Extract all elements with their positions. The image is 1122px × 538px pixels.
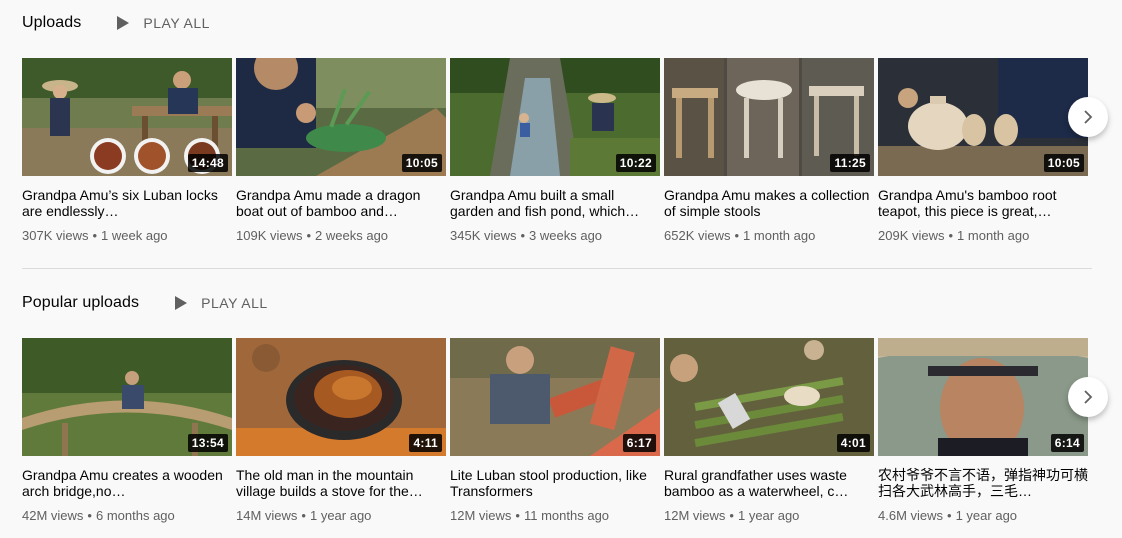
video-meta: 307K views • 1 week ago (22, 228, 232, 244)
video-thumbnail[interactable]: 13:54 (22, 338, 232, 456)
meta-separator: • (92, 228, 98, 243)
video-card[interactable]: 14:48 Grandpa Amu’s six Luban locks are … (22, 58, 232, 244)
play-all-label: PLAY ALL (143, 15, 210, 31)
upload-age: 1 month ago (743, 228, 816, 243)
duration-badge: 10:22 (615, 154, 656, 172)
meta-separator: • (734, 228, 740, 243)
upload-age: 1 week ago (101, 228, 168, 243)
upload-age: 1 year ago (737, 508, 800, 523)
play-all-button[interactable]: PLAY ALL (117, 15, 210, 31)
video-card[interactable]: 10:05 Grandpa Amu made a dragon boat out… (236, 58, 446, 244)
upload-age: 11 months ago (523, 508, 610, 523)
video-thumbnail[interactable]: 4:11 (236, 338, 446, 456)
meta-separator: • (306, 228, 312, 243)
video-thumbnail[interactable]: 6:17 (450, 338, 660, 456)
video-card[interactable]: 13:54 Grandpa Amu creates a wooden arch … (22, 338, 232, 524)
video-thumbnail[interactable]: 4:01 (664, 338, 874, 456)
video-thumbnail[interactable]: 6:14 (878, 338, 1088, 456)
play-all-label: PLAY ALL (201, 295, 268, 311)
video-meta: 42M views • 6 months ago (22, 508, 232, 524)
view-count: 12M views (664, 508, 726, 523)
video-meta: 12M views • 1 year ago (664, 508, 874, 524)
video-title[interactable]: Rural grandfather uses waste bamboo as a… (664, 467, 874, 499)
video-meta: 652K views • 1 month ago (664, 228, 874, 244)
view-count: 14M views (236, 508, 298, 523)
video-meta: 209K views • 1 month ago (878, 228, 1088, 244)
upload-age: 6 months ago (95, 508, 175, 523)
duration-badge: 6:17 (622, 434, 656, 452)
video-meta: 4.6M views • 1 year ago (878, 508, 1088, 524)
meta-separator: • (87, 508, 92, 523)
upload-age: 1 year ago (309, 508, 372, 523)
chevron-right-icon (1084, 110, 1093, 124)
duration-badge: 4:11 (409, 434, 442, 452)
meta-separator: • (948, 228, 954, 243)
uploads-shelf: Uploads PLAY ALL 14:48 Grandpa Amu’s six… (22, 0, 1122, 243)
next-arrow-button[interactable] (1068, 377, 1108, 417)
video-title[interactable]: Grandpa Amu's bamboo root teapot, this p… (878, 187, 1088, 219)
video-title[interactable]: The old man in the mountain village buil… (236, 467, 446, 499)
play-all-button[interactable]: PLAY ALL (175, 295, 268, 311)
video-row: 13:54 Grandpa Amu creates a wooden arch … (22, 338, 1122, 538)
view-count: 42M views (22, 508, 84, 523)
video-card[interactable]: 4:01 Rural grandfather uses waste bamboo… (664, 338, 874, 524)
video-title[interactable]: 农村爷爷不言不语，弹指神功可横扫各大武林高手，三毛… (878, 467, 1088, 499)
shelf-header: Popular uploads PLAY ALL (22, 280, 1122, 326)
video-row: 14:48 Grandpa Amu’s six Luban locks are … (22, 58, 1122, 258)
shelf-title[interactable]: Popular uploads (22, 294, 139, 312)
video-thumbnail[interactable]: 10:05 (236, 58, 446, 176)
upload-age: 1 year ago (955, 508, 1018, 523)
shelf-title[interactable]: Uploads (22, 14, 81, 32)
upload-age: 3 weeks ago (529, 228, 603, 243)
video-title[interactable]: Grandpa Amu makes a collection of simple… (664, 187, 874, 219)
upload-age: 1 month ago (957, 228, 1030, 243)
video-title[interactable]: Grandpa Amu made a dragon boat out of ba… (236, 187, 446, 219)
view-count: 12M views (450, 508, 512, 523)
chevron-right-icon (1084, 390, 1093, 404)
meta-separator: • (301, 508, 306, 523)
video-card[interactable]: 6:17 Lite Luban stool production, like T… (450, 338, 660, 524)
video-title[interactable]: Lite Luban stool production, like Transf… (450, 467, 660, 499)
video-meta: 109K views • 2 weeks ago (236, 228, 446, 244)
next-arrow-button[interactable] (1068, 97, 1108, 137)
duration-badge: 13:54 (187, 434, 228, 452)
popular-uploads-shelf: Popular uploads PLAY ALL 13:54 Grandpa A… (22, 280, 1122, 523)
video-card[interactable]: 6:14 农村爷爷不言不语，弹指神功可横扫各大武林高手，三毛… 4.6M vie… (878, 338, 1088, 524)
video-card[interactable]: 10:05 Grandpa Amu's bamboo root teapot, … (878, 58, 1088, 244)
duration-badge: 10:05 (1043, 154, 1084, 172)
video-thumbnail[interactable]: 11:25 (664, 58, 874, 176)
shelf-header: Uploads PLAY ALL (22, 0, 1122, 46)
video-thumbnail[interactable]: 14:48 (22, 58, 232, 176)
video-meta: 14M views • 1 year ago (236, 508, 446, 524)
video-meta: 345K views • 3 weeks ago (450, 228, 660, 244)
video-card[interactable]: 4:11 The old man in the mountain village… (236, 338, 446, 524)
video-title[interactable]: Grandpa Amu built a small garden and fis… (450, 187, 660, 219)
video-thumbnail[interactable]: 10:22 (450, 58, 660, 176)
meta-separator: • (947, 508, 952, 523)
video-title[interactable]: Grandpa Amu’s six Luban locks are endles… (22, 187, 232, 219)
shelf-divider (22, 268, 1092, 269)
view-count: 209K views (878, 228, 945, 243)
duration-badge: 14:48 (187, 154, 228, 172)
video-meta: 12M views • 11 months ago (450, 508, 660, 524)
meta-separator: • (729, 508, 734, 523)
play-icon (117, 16, 130, 30)
meta-separator: • (520, 228, 526, 243)
view-count: 345K views (450, 228, 517, 243)
duration-badge: 6:14 (1050, 434, 1084, 452)
video-card[interactable]: 11:25 Grandpa Amu makes a collection of … (664, 58, 874, 244)
duration-badge: 4:01 (836, 434, 870, 452)
view-count: 652K views (664, 228, 731, 243)
view-count: 4.6M views (878, 508, 944, 523)
video-thumbnail[interactable]: 10:05 (878, 58, 1088, 176)
view-count: 109K views (236, 228, 303, 243)
meta-separator: • (515, 508, 520, 523)
video-card[interactable]: 10:22 Grandpa Amu built a small garden a… (450, 58, 660, 244)
duration-badge: 10:05 (401, 154, 442, 172)
play-icon (175, 296, 188, 310)
upload-age: 2 weeks ago (315, 228, 389, 243)
view-count: 307K views (22, 228, 89, 243)
video-title[interactable]: Grandpa Amu creates a wooden arch bridge… (22, 467, 232, 499)
duration-badge: 11:25 (830, 154, 870, 172)
